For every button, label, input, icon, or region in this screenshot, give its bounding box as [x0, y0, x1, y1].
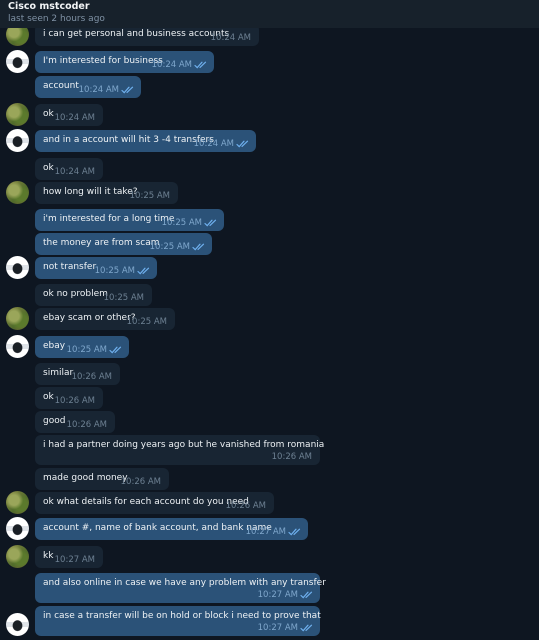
avatar[interactable] [6, 256, 29, 279]
message-text: ok [43, 392, 54, 402]
message-text: I'm interested for business [43, 56, 163, 66]
message-time: 10:24 AM [210, 33, 251, 43]
message-text: made good money [43, 473, 128, 483]
double-check-icon [204, 219, 217, 227]
message-outgoing[interactable]: ebay 10:25 AM [35, 336, 129, 358]
avatar[interactable] [6, 28, 29, 46]
message-text: ok no problem [43, 289, 108, 299]
double-check-icon [300, 624, 313, 632]
double-check-icon [194, 61, 207, 69]
message-incoming[interactable]: ebay scam or other? 10:25 AM [35, 308, 175, 330]
message-text: ok [43, 163, 54, 173]
message-text: i had a partner doing years ago but he v… [43, 440, 325, 450]
message-incoming[interactable]: ok 10:26 AM [35, 387, 103, 409]
message-text: i can get personal and business accounts [43, 29, 230, 39]
message-time: 10:24 AM [78, 85, 119, 95]
message-time: 10:24 AM [54, 167, 95, 177]
avatar[interactable] [6, 491, 29, 514]
message-outgoing[interactable]: the money are from scam 10:25 AM [35, 233, 212, 255]
message-incoming[interactable]: similar 10:26 AM [35, 363, 120, 385]
message-incoming[interactable]: ok 10:24 AM [35, 104, 103, 126]
double-check-icon [192, 243, 205, 251]
message-incoming[interactable]: i had a partner doing years ago but he v… [35, 435, 324, 465]
message-text: account [43, 81, 79, 91]
message-incoming[interactable]: made good money 10:26 AM [35, 468, 169, 490]
message-outgoing[interactable]: I'm interested for business 10:24 AM [35, 51, 214, 73]
message-time: 10:25 AM [66, 345, 107, 355]
message-text: kk [43, 551, 54, 561]
message-text: ebay scam or other? [43, 313, 136, 323]
message-text: and in a account will hit 3 -4 transfers [43, 135, 214, 145]
message-time: 10:26 AM [66, 420, 107, 430]
message-time: 10:26 AM [120, 477, 161, 487]
message-outgoing[interactable]: i'm interested for a long time 10:25 AM [35, 209, 224, 231]
message-outgoing[interactable]: in case a transfer will be on hold or bl… [35, 606, 321, 636]
message-text: good [43, 416, 66, 426]
message-list[interactable]: i can get personal and business accounts… [0, 28, 539, 640]
message-outgoing[interactable]: and in a account will hit 3 -4 transfers… [35, 130, 256, 152]
avatar[interactable] [6, 613, 29, 636]
message-time: 10:27 AM [257, 590, 298, 600]
message-incoming[interactable]: kk 10:27 AM [35, 546, 103, 568]
double-check-icon [300, 591, 313, 599]
message-time: 10:26 AM [71, 372, 112, 382]
message-text: the money are from scam [43, 238, 160, 248]
message-outgoing[interactable]: not transfer 10:25 AM [35, 257, 157, 279]
message-time: 10:27 AM [245, 527, 286, 537]
avatar[interactable] [6, 545, 29, 568]
avatar[interactable] [6, 103, 29, 126]
message-time: 10:24 AM [54, 113, 95, 123]
message-outgoing[interactable]: account 10:24 AM [35, 76, 141, 98]
message-incoming[interactable]: ok 10:24 AM [35, 158, 103, 180]
message-outgoing[interactable]: and also online in case we have any prob… [35, 573, 326, 603]
message-text: i'm interested for a long time [43, 214, 175, 224]
message-text: ok what details for each account do you … [43, 497, 249, 507]
message-time: 10:27 AM [54, 555, 95, 565]
avatar[interactable] [6, 50, 29, 73]
message-time: 10:25 AM [103, 293, 144, 303]
message-incoming[interactable]: ok no problem 10:25 AM [35, 284, 152, 306]
avatar[interactable] [6, 307, 29, 330]
message-time: 10:24 AM [193, 139, 234, 149]
avatar[interactable] [6, 129, 29, 152]
message-incoming[interactable]: i can get personal and business accounts… [35, 28, 259, 46]
double-check-icon [236, 140, 249, 148]
message-time: 10:24 AM [151, 60, 192, 70]
message-text: similar [43, 368, 74, 378]
avatar[interactable] [6, 335, 29, 358]
message-time: 10:26 AM [225, 501, 266, 511]
message-time: 10:26 AM [54, 396, 95, 406]
avatar[interactable] [6, 181, 29, 204]
message-text: ebay [43, 341, 66, 351]
contact-name: Cisco mstcoder [8, 1, 90, 12]
message-text: ok [43, 109, 54, 119]
message-incoming[interactable]: how long will it take? 10:25 AM [35, 182, 178, 204]
message-time: 10:25 AM [129, 191, 170, 201]
message-outgoing[interactable]: account #, name of bank account, and ban… [35, 518, 308, 540]
message-incoming[interactable]: ok what details for each account do you … [35, 492, 274, 514]
message-time: 10:27 AM [257, 623, 298, 633]
message-text: not transfer [43, 262, 97, 272]
double-check-icon [288, 528, 301, 536]
message-time: 10:25 AM [161, 218, 202, 228]
message-time: 10:25 AM [126, 317, 167, 327]
message-incoming[interactable]: good 10:26 AM [35, 411, 115, 433]
message-time: 10:26 AM [271, 452, 312, 462]
message-time: 10:25 AM [149, 242, 190, 252]
double-check-icon [109, 346, 122, 354]
double-check-icon [121, 86, 134, 94]
double-check-icon [137, 267, 150, 275]
message-time: 10:25 AM [94, 266, 135, 276]
chat-header[interactable]: Cisco mstcoder last seen 2 hours ago [0, 0, 539, 28]
contact-status: last seen 2 hours ago [8, 14, 105, 24]
message-text: in case a transfer will be on hold or bl… [43, 611, 321, 621]
avatar[interactable] [6, 517, 29, 540]
message-text: and also online in case we have any prob… [43, 578, 326, 588]
message-text: account #, name of bank account, and ban… [43, 523, 272, 533]
message-text: how long will it take? [43, 187, 138, 197]
